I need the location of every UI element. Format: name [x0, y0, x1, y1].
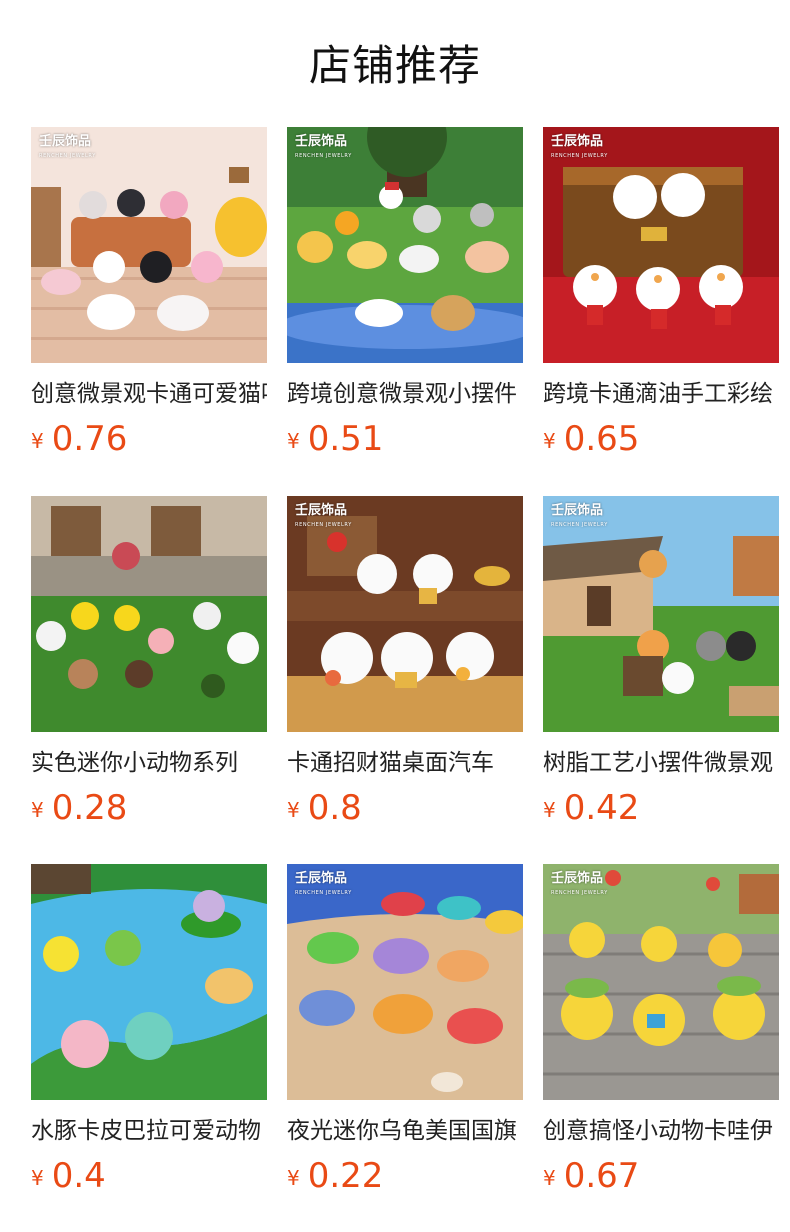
product-image[interactable]: 壬辰饰品 RENCHEN JEWELRY — [287, 127, 523, 363]
page-title: 店铺推荐 — [308, 41, 481, 90]
price-amount: 0.51 — [307, 419, 384, 459]
product-name[interactable]: 树脂工艺小摆件微景观 — [543, 748, 779, 778]
product-name[interactable]: 夜光迷你乌龟美国国旗 — [287, 1116, 523, 1146]
product-image[interactable]: 壬辰饰品 RENCHEN JEWELRY — [287, 496, 523, 732]
product-card[interactable]: 水豚卡皮巴拉可爱动物 ¥0.4 — [31, 864, 267, 1200]
brand-watermark: 壬辰饰品 RENCHEN JEWELRY — [295, 503, 352, 529]
currency-symbol: ¥ — [287, 1166, 300, 1190]
product-price: ¥0.51 — [287, 419, 523, 459]
product-price: ¥0.8 — [287, 788, 523, 828]
product-image[interactable] — [31, 496, 267, 732]
price-amount: 0.4 — [51, 1156, 106, 1196]
product-image[interactable] — [31, 864, 267, 1100]
product-price: ¥0.22 — [287, 1156, 523, 1196]
price-amount: 0.28 — [51, 788, 128, 828]
currency-symbol: ¥ — [31, 798, 44, 822]
product-image[interactable]: 壬辰饰品 RENCHEN JEWELRY — [543, 864, 779, 1100]
currency-symbol: ¥ — [543, 1166, 556, 1190]
currency-symbol: ¥ — [543, 798, 556, 822]
currency-symbol: ¥ — [31, 1166, 44, 1190]
product-price: ¥0.4 — [31, 1156, 267, 1196]
price-amount: 0.8 — [307, 788, 362, 828]
product-image[interactable]: 壬辰饰品 RENCHEN JEWELRY — [31, 127, 267, 363]
product-name[interactable]: 创意搞怪小动物卡哇伊 — [543, 1116, 779, 1146]
price-amount: 0.42 — [563, 788, 640, 828]
product-card[interactable]: 壬辰饰品 RENCHEN JEWELRY 创意搞怪小动物卡哇伊 ¥0.67 — [543, 864, 779, 1200]
product-price: ¥0.42 — [543, 788, 779, 828]
price-amount: 0.67 — [563, 1156, 640, 1196]
product-card[interactable]: 实色迷你小动物系列 ¥0.28 — [31, 496, 267, 832]
product-name[interactable]: 卡通招财猫桌面汽车 — [287, 748, 523, 778]
product-card[interactable]: 壬辰饰品 RENCHEN JEWELRY 树脂工艺小摆件微景观 ¥0.42 — [543, 496, 779, 832]
product-name[interactable]: 跨境卡通滴油手工彩绘 — [543, 379, 779, 409]
brand-watermark: 壬辰饰品 RENCHEN JEWELRY — [551, 871, 608, 897]
product-price: ¥0.65 — [543, 419, 779, 459]
product-card[interactable]: 壬辰饰品 RENCHEN JEWELRY 卡通招财猫桌面汽车 ¥0.8 — [287, 496, 523, 832]
product-image[interactable]: 壬辰饰品 RENCHEN JEWELRY — [543, 496, 779, 732]
brand-watermark: 壬辰饰品 RENCHEN JEWELRY — [295, 134, 352, 160]
currency-symbol: ¥ — [287, 429, 300, 453]
brand-watermark: 壬辰饰品 RENCHEN JEWELRY — [295, 871, 352, 897]
currency-symbol: ¥ — [31, 429, 44, 453]
product-card[interactable]: 壬辰饰品 RENCHEN JEWELRY 跨境创意微景观小摆件 ¥0.51 — [287, 127, 523, 463]
product-price: ¥0.76 — [31, 419, 267, 459]
product-card[interactable]: 壬辰饰品 RENCHEN JEWELRY 跨境卡通滴油手工彩绘 ¥0.65 — [543, 127, 779, 463]
price-amount: 0.65 — [563, 419, 640, 459]
brand-watermark: 壬辰饰品 RENCHEN JEWELRY — [551, 134, 608, 160]
brand-watermark: 壬辰饰品 RENCHEN JEWELRY — [39, 134, 96, 160]
brand-watermark: 壬辰饰品 RENCHEN JEWELRY — [551, 503, 608, 529]
product-name[interactable]: 实色迷你小动物系列 — [31, 748, 267, 778]
product-price: ¥0.67 — [543, 1156, 779, 1196]
price-amount: 0.22 — [307, 1156, 384, 1196]
currency-symbol: ¥ — [287, 798, 300, 822]
product-image[interactable]: 壬辰饰品 RENCHEN JEWELRY — [543, 127, 779, 363]
product-card[interactable]: 壬辰饰品 RENCHEN JEWELRY 夜光迷你乌龟美国国旗 ¥0.22 — [287, 864, 523, 1200]
currency-symbol: ¥ — [543, 429, 556, 453]
product-price: ¥0.28 — [31, 788, 267, 828]
product-card[interactable]: 壬辰饰品 RENCHEN JEWELRY 创意微景观卡通可爱猫咪 ¥0.76 — [31, 127, 267, 463]
product-name[interactable]: 创意微景观卡通可爱猫咪 — [31, 379, 267, 409]
product-name[interactable]: 水豚卡皮巴拉可爱动物 — [31, 1116, 267, 1146]
product-name[interactable]: 跨境创意微景观小摆件 — [287, 379, 523, 409]
product-image[interactable]: 壬辰饰品 RENCHEN JEWELRY — [287, 864, 523, 1100]
price-amount: 0.76 — [51, 419, 128, 459]
